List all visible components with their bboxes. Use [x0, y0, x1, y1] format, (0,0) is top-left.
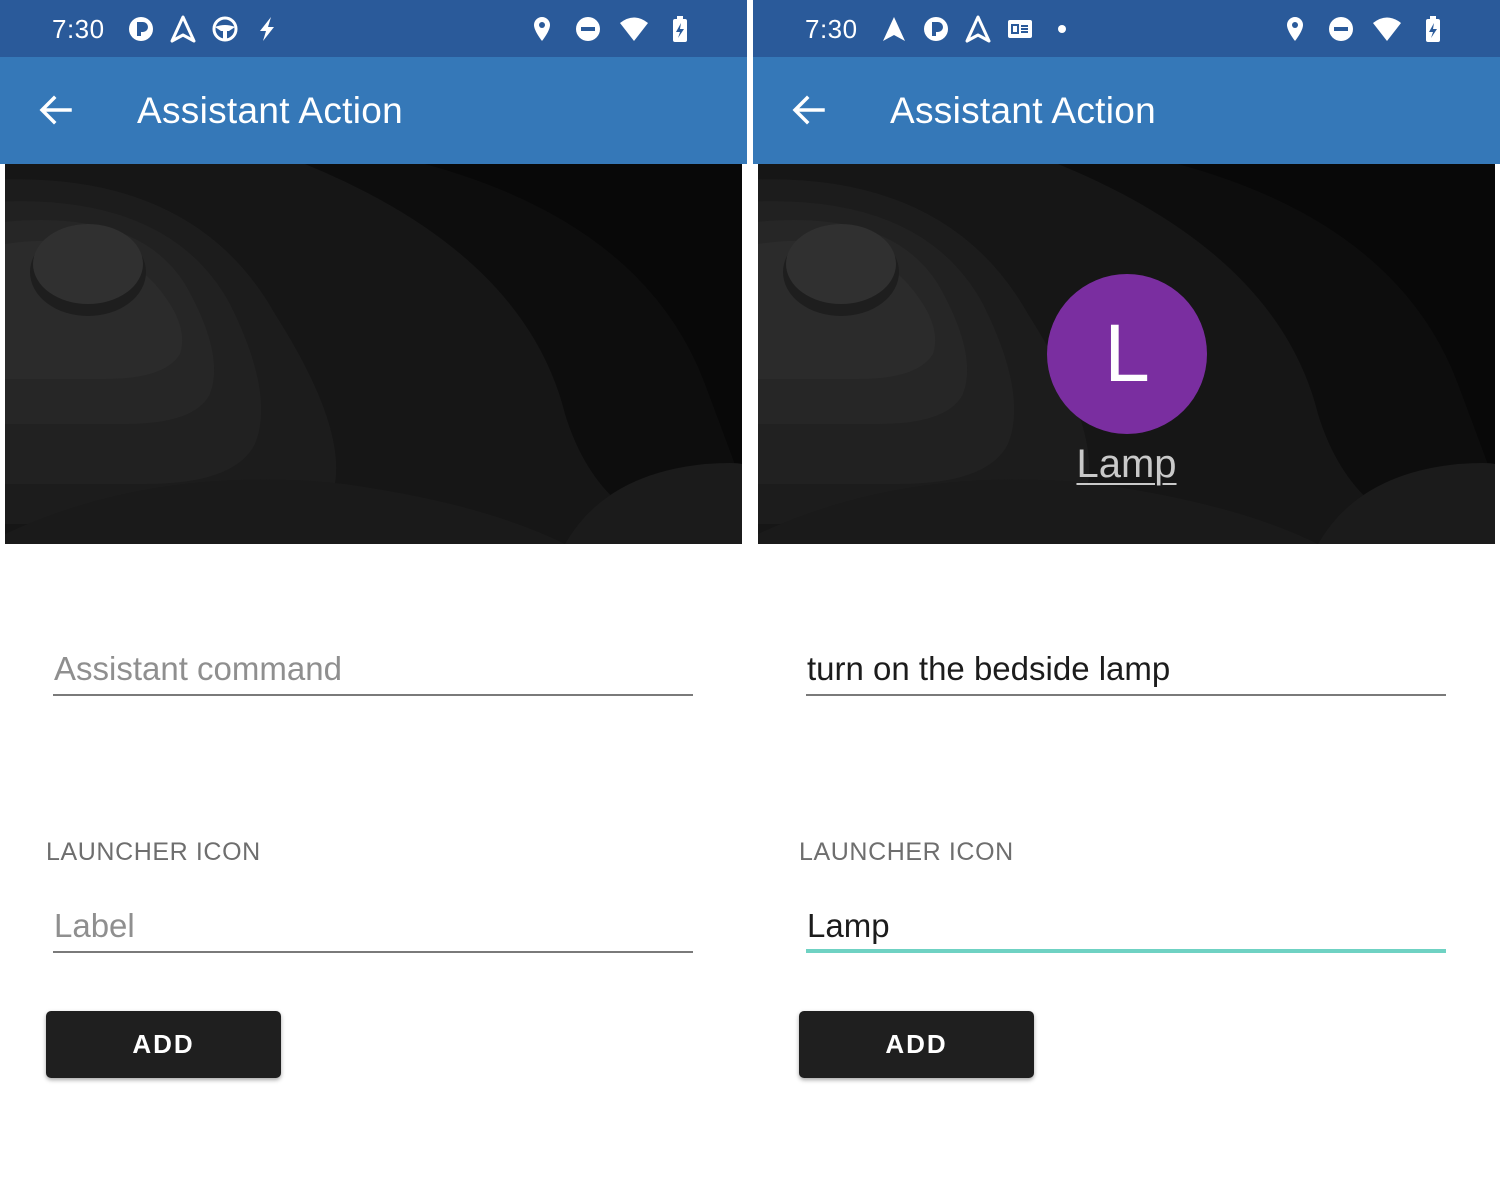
- status-bar: 7:30: [0, 0, 747, 57]
- label-field[interactable]: Lamp: [806, 897, 1446, 953]
- phone-screen-left: 7:30 Assistant Action Assistant command …: [0, 0, 747, 1204]
- do-not-disturb-icon: [576, 17, 600, 41]
- hero-wallpaper: [5, 164, 742, 544]
- navigation-icon: [883, 17, 905, 41]
- back-button[interactable]: [781, 83, 835, 137]
- status-system-icons: [1280, 14, 1448, 44]
- app-bar: Assistant Action: [0, 57, 747, 164]
- navigation-icon: [965, 15, 991, 43]
- arrow-back-icon: [39, 95, 72, 125]
- app-p-icon: [924, 17, 948, 41]
- field-underline: [53, 951, 693, 953]
- launcher-icon-section-title: LAUNCHER ICON: [46, 838, 261, 866]
- app-bar-title: Assistant Action: [137, 90, 403, 131]
- assistant-command-value: turn on the bedside lamp: [807, 650, 1171, 687]
- arrow-back-icon: [792, 95, 825, 125]
- status-time: 7:30: [52, 14, 105, 44]
- comparison-stage: 7:30 Assistant Action Assistant command …: [0, 0, 1500, 1204]
- navigation-icon: [170, 15, 196, 43]
- assistant-command-placeholder: Assistant command: [54, 650, 342, 687]
- app-bar-title: Assistant Action: [890, 90, 1156, 131]
- location-icon: [1287, 17, 1303, 41]
- launcher-icon-section-title: LAUNCHER ICON: [799, 838, 1014, 866]
- status-bar: 7:30: [753, 0, 1500, 57]
- launcher-icon-preview[interactable]: L: [1047, 274, 1207, 434]
- avatar-letter: L: [1104, 308, 1150, 399]
- app-bar: Assistant Action: [753, 57, 1500, 164]
- status-notification-icons: [879, 14, 1077, 44]
- wifi-icon: [1373, 17, 1401, 41]
- field-underline-focused: [806, 949, 1446, 953]
- label-value: Lamp: [807, 907, 890, 944]
- add-button[interactable]: ADD: [46, 1011, 281, 1078]
- status-system-icons: [527, 14, 695, 44]
- location-icon: [534, 17, 550, 41]
- assistant-command-field[interactable]: turn on the bedside lamp: [806, 640, 1446, 696]
- wallpaper-image: [5, 164, 742, 544]
- battery-charging-icon: [673, 16, 687, 42]
- hero-wallpaper: L Lamp: [758, 164, 1495, 544]
- ge-icon: [1008, 20, 1032, 38]
- back-button[interactable]: [28, 83, 82, 137]
- steering-wheel-icon: [212, 16, 238, 42]
- label-field[interactable]: Label: [53, 897, 693, 953]
- do-not-disturb-icon: [1329, 17, 1353, 41]
- launcher-icon-preview-label: Lamp: [1076, 442, 1177, 486]
- add-button[interactable]: ADD: [799, 1011, 1034, 1078]
- phone-screen-right: 7:30 Assistant Action L Lamp turn on the…: [753, 0, 1500, 1204]
- flash-icon: [260, 17, 274, 41]
- field-underline: [53, 694, 693, 696]
- add-button-label: ADD: [132, 1029, 195, 1059]
- battery-charging-icon: [1426, 16, 1440, 42]
- status-time: 7:30: [805, 14, 858, 44]
- dot-icon: [1058, 25, 1066, 33]
- app-p-icon: [129, 17, 153, 41]
- add-button-label: ADD: [885, 1029, 948, 1059]
- status-notification-icons: [126, 14, 282, 44]
- assistant-command-field[interactable]: Assistant command: [53, 640, 693, 696]
- field-underline: [806, 694, 1446, 696]
- label-placeholder: Label: [54, 907, 135, 944]
- wifi-icon: [620, 17, 648, 41]
